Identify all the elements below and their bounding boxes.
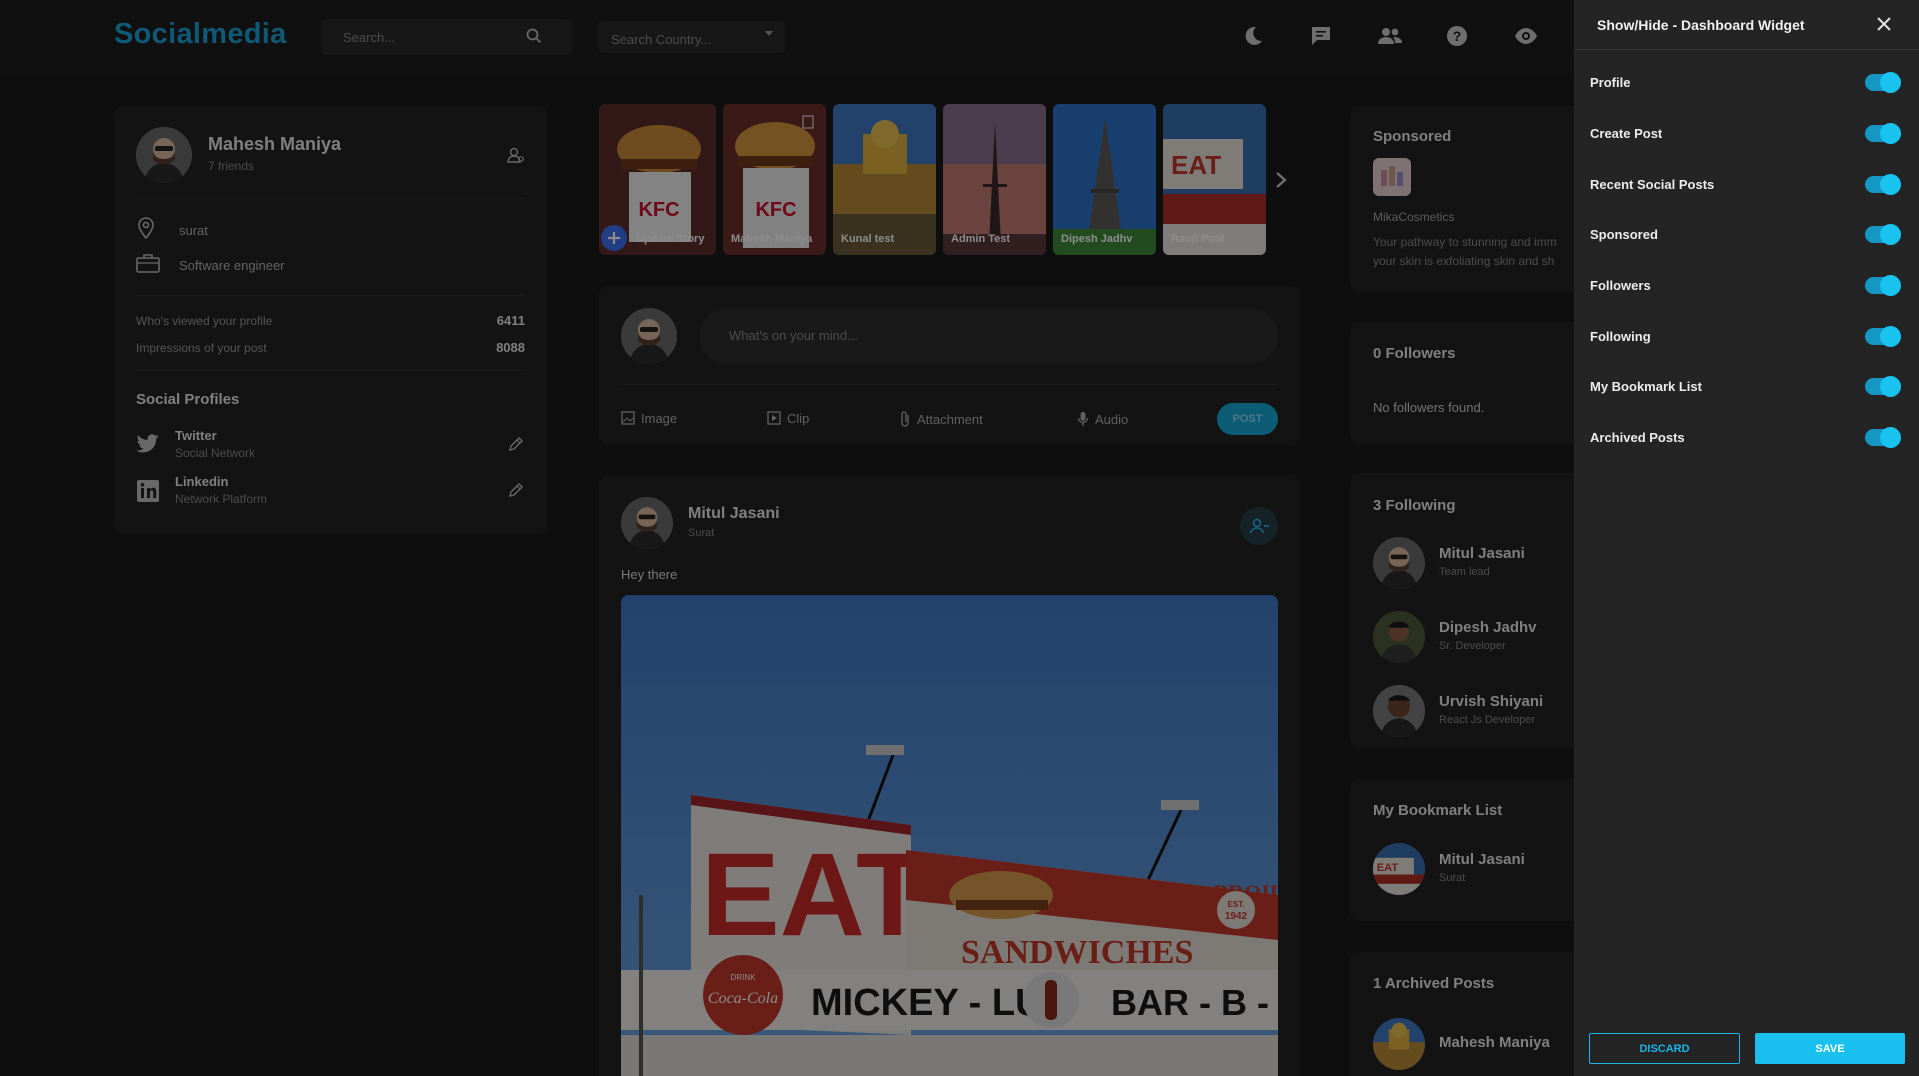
followers-toggle[interactable] [1865,275,1901,296]
widget-row-bookmarks: My Bookmark List [1574,374,1919,400]
widget-label: Recent Social Posts [1590,177,1715,192]
panel-title: Show/Hide - Dashboard Widget [1597,17,1805,33]
widget-row-following: Following [1574,324,1919,350]
widget-label: Create Post [1590,126,1663,141]
widget-row-profile: Profile [1574,70,1919,96]
widget-row-followers: Followers [1574,273,1919,299]
widget-label: Sponsored [1590,227,1658,242]
sponsored-toggle[interactable] [1865,224,1901,245]
widget-label: Profile [1590,75,1631,90]
following-toggle[interactable] [1865,326,1901,347]
widget-label: Following [1590,329,1651,344]
close-icon[interactable] [1875,15,1893,33]
modal-backdrop[interactable] [0,0,1574,1076]
profile-toggle[interactable] [1865,72,1901,93]
widget-label: Followers [1590,278,1651,293]
widget-label: My Bookmark List [1590,379,1702,394]
widget-row-archived: Archived Posts [1574,425,1919,451]
widget-settings-panel: Show/Hide - Dashboard Widget Profile Cre… [1574,0,1919,1076]
create-post-toggle[interactable] [1865,123,1901,144]
archived-toggle[interactable] [1865,427,1901,448]
panel-header: Show/Hide - Dashboard Widget [1574,0,1919,50]
widget-row-create-post: Create Post [1574,121,1919,147]
bookmarks-toggle[interactable] [1865,376,1901,397]
widget-row-sponsored: Sponsored [1574,222,1919,248]
widget-row-recent-posts: Recent Social Posts [1574,172,1919,198]
recent-posts-toggle[interactable] [1865,174,1901,195]
save-button[interactable]: SAVE [1755,1033,1905,1064]
widget-label: Archived Posts [1590,430,1685,445]
discard-button[interactable]: DISCARD [1589,1033,1740,1064]
